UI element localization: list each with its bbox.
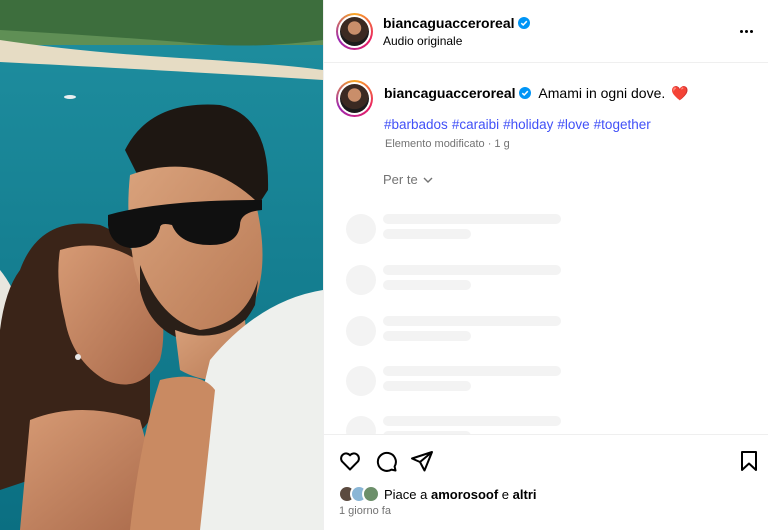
heart-icon[interactable]	[338, 449, 362, 473]
author-avatar[interactable]	[336, 13, 373, 50]
likes-join: e	[501, 486, 510, 502]
hashtag-link[interactable]: #barbados	[384, 117, 448, 132]
liker-avatar	[362, 485, 380, 503]
hashtag-link[interactable]: #love	[557, 117, 589, 132]
post-timestamp[interactable]: 1 giorno fa	[339, 505, 391, 517]
audio-label[interactable]: Audio originale	[383, 34, 462, 48]
caption-username[interactable]: biancaguacceroreal	[384, 85, 516, 101]
likes-prefix: Piace a	[384, 486, 428, 502]
caption-avatar[interactable]	[336, 80, 373, 117]
author-username[interactable]: biancaguacceroreal	[383, 15, 530, 31]
comments-filter-label: Per te	[383, 172, 418, 187]
post-actions-bar: Piace a amorosoof e altri 1 giorno fa	[324, 434, 768, 530]
likes-user[interactable]: amorosoof	[431, 487, 498, 502]
caption-text: Amami in ogni dove.	[538, 85, 666, 101]
comment-icon[interactable]	[374, 449, 398, 473]
bookmark-icon[interactable]	[737, 449, 761, 473]
post-header: biancaguacceroreal Audio originale	[324, 0, 768, 63]
likes-others[interactable]: altri	[513, 487, 537, 502]
verified-badge-icon	[518, 87, 531, 99]
comments-filter-dropdown[interactable]: Per te	[383, 172, 434, 187]
verified-badge-icon	[517, 17, 530, 29]
hashtag-link[interactable]: #together	[594, 117, 651, 132]
more-options-icon[interactable]	[737, 22, 755, 40]
share-icon[interactable]	[410, 449, 434, 473]
chevron-down-icon	[423, 177, 433, 183]
post-photo	[0, 0, 323, 530]
post-details-panel: biancaguacceroreal Audio originale bianc…	[323, 0, 768, 530]
hashtags: #barbados #caraibi #holiday #love #together	[384, 117, 655, 132]
caption-meta: Elemento modificato · 1 g	[385, 138, 510, 150]
heart-emoji: ❤️	[671, 85, 689, 101]
likes-summary[interactable]: Piace a amorosoof e altri	[338, 485, 537, 503]
hashtag-link[interactable]: #caraibi	[452, 117, 499, 132]
hashtag-link[interactable]: #holiday	[503, 117, 553, 132]
